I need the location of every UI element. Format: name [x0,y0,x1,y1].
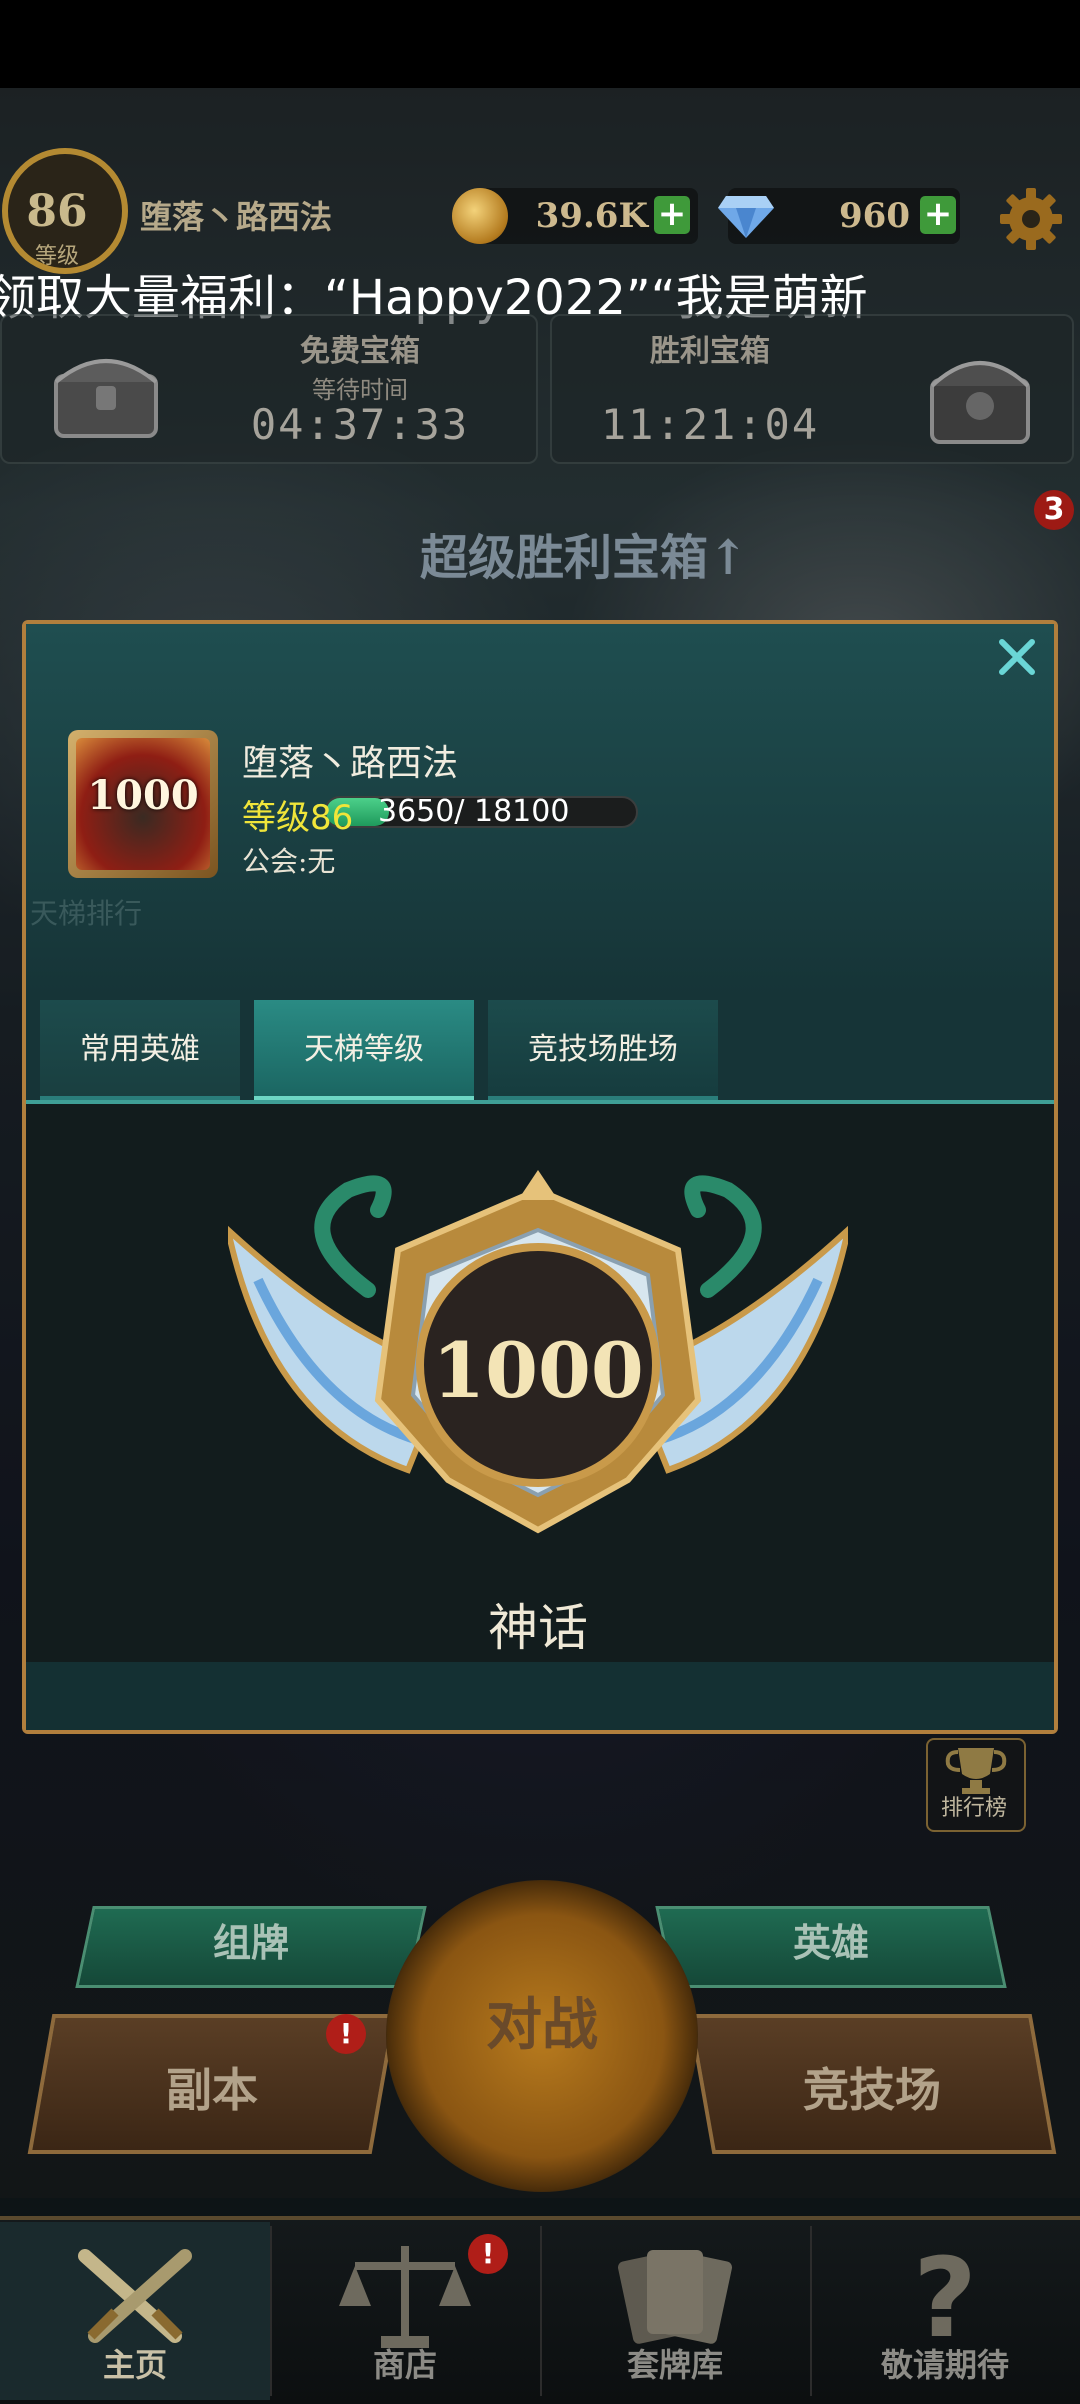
scales-icon [339,2246,471,2348]
battle-label: 对战 [486,1992,598,2058]
dungeon-alert-badge: ! [326,2014,366,2054]
close-icon[interactable] [990,630,1044,684]
modal-footer [26,1662,1054,1730]
free-chest-timer: 04:37:33 [250,400,470,449]
crossed-swords-icon [78,2249,192,2343]
shop-alert-badge: ! [468,2234,508,2274]
victory-chest-title: 胜利宝箱 [650,334,770,369]
deck-builder-label: 组牌 [212,1921,289,1965]
arena-label: 竞技场 [803,2063,941,2117]
notification-badge: 3 [1034,490,1074,530]
nav-deck-library-label: 套牌库 [626,2346,723,2384]
victory-chest-timer: 11:21:04 [600,400,820,449]
dungeon-label: 副本 [166,2063,258,2117]
profile-name: 堕落丶路西法 [242,743,459,784]
player-level-number: 86 [26,186,88,237]
xp-value: 3650/ 18100 [378,794,570,829]
trophy-icon [945,1748,1007,1794]
nav-home-label: 主页 [102,2346,167,2384]
diamond-icon [718,196,774,238]
add-gems-button[interactable]: + [920,196,956,234]
status-bar [0,0,1080,88]
add-gold-button[interactable]: + [654,196,690,234]
profile-level: 等级86 [242,798,354,838]
background-faint-label: 天梯排行 [30,897,143,930]
super-victory-chest-title[interactable]: 超级胜利宝箱↑ [420,518,748,588]
nav-coming-soon-label: 敬请期待 [880,2346,1009,2384]
leaderboard-label: 排行榜 [940,1796,1007,1821]
gold-amount: 39.6K [535,196,648,236]
free-chest-icon [54,359,158,438]
question-mark-icon: ? [913,2236,977,2356]
ladder-rank-tier: 神话 [488,1599,588,1657]
tab-arena-wins[interactable]: 竞技场胜场 [488,1000,718,1100]
svg-text:?: ? [913,2236,977,2356]
free-chest-title: 免费宝箱 [300,334,420,369]
guild-info: 公会:无 [242,845,336,878]
heroes-label: 英雄 [792,1921,869,1965]
cards-icon [617,2250,733,2344]
settings-gear-icon[interactable] [998,186,1064,252]
tab-ladder-rank[interactable]: 天梯等级 [254,1000,474,1100]
player-name[interactable]: 堕落丶路西法 [140,192,332,238]
ladder-rank-score: 1000 [432,1326,644,1415]
nav-shop-label: 商店 [372,2346,437,2384]
gem-amount: 960 [839,196,910,236]
tab-common-heroes[interactable]: 常用英雄 [40,1000,240,1100]
victory-chest-icon [930,361,1030,444]
avatar-rank-value: 1000 [87,772,199,819]
